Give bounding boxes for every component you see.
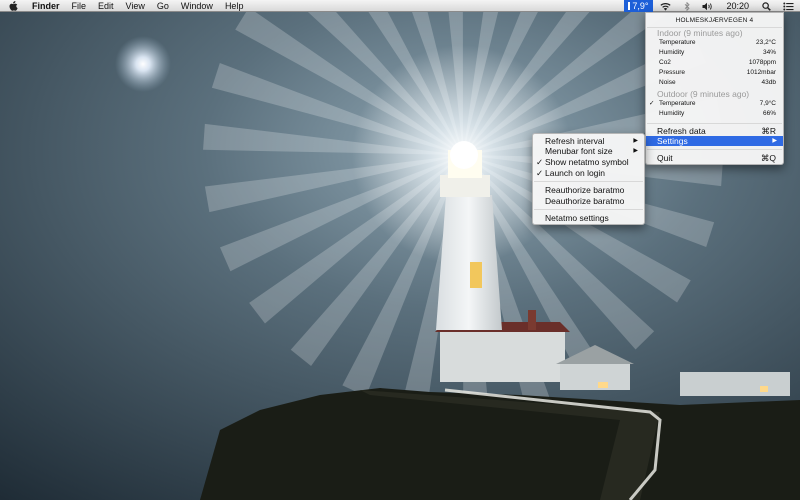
apple-icon[interactable] (0, 0, 26, 12)
row-value: 1012mbar (746, 69, 776, 76)
item-label: Settings (657, 136, 688, 146)
menu-go[interactable]: Go (151, 0, 175, 12)
row-label: Humidity (659, 49, 685, 56)
menu-help[interactable]: Help (219, 0, 250, 12)
lighthouse-tower (436, 195, 502, 330)
item-label: Show netatmo symbol (545, 157, 629, 167)
refresh-interval-item[interactable]: Refresh interval ▶ (533, 136, 644, 146)
volume-icon[interactable] (696, 0, 719, 12)
menubar-clock[interactable]: 20:20 (719, 0, 756, 12)
row-label: Noise (659, 79, 676, 86)
quit-shortcut: ⌘Q (760, 153, 776, 163)
row-value: 43db (761, 79, 776, 86)
row-label: Co2 (659, 59, 671, 66)
search-icon[interactable] (756, 0, 777, 12)
netatmo-menubar-item[interactable]: 7,9° (624, 0, 654, 12)
menu-separator (647, 149, 782, 150)
indoor-temperature-row[interactable]: Temperature 23,2°C (646, 38, 783, 48)
indoor-co2-row[interactable]: Co2 1078ppm (646, 58, 783, 68)
row-value: 66% (762, 110, 776, 117)
menu-separator (534, 181, 643, 182)
menu-bar: Finder File Edit View Go Window Help 7,9… (0, 0, 800, 12)
indoor-humidity-row[interactable]: Humidity 34% (646, 48, 783, 58)
item-label: Reauthorize baratmo (545, 185, 625, 195)
outdoor-humidity-row[interactable]: Humidity 66% (646, 109, 783, 119)
netatmo-menu: HOLMESKJÆRVEGEN 4 Indoor (9 minutes ago)… (645, 12, 784, 165)
indoor-section-title: Indoor (9 minutes ago) (657, 28, 743, 38)
menubar-extras: 7,9° 20:20 (624, 0, 800, 12)
item-label: Refresh data (657, 126, 706, 136)
station-name: HOLMESKJÆRVEGEN 4 (675, 17, 754, 24)
checkmark-icon: ✓ (536, 168, 544, 178)
quit-item[interactable]: Quit ⌘Q (646, 153, 783, 163)
list-icon[interactable] (777, 0, 800, 12)
netatmo-settings-item[interactable]: Netatmo settings (533, 213, 644, 223)
moon (115, 36, 171, 92)
menu-window[interactable]: Window (175, 0, 219, 12)
submenu-arrow-icon: ▶ (772, 138, 777, 144)
row-value: 23,2°C (756, 39, 776, 46)
menu-separator (647, 123, 782, 124)
menu-view[interactable]: View (120, 0, 151, 12)
item-label: Deauthorize baratmo (545, 196, 625, 206)
item-label: Launch on login (545, 168, 606, 178)
settings-item[interactable]: Settings ▶ (646, 136, 783, 146)
bluetooth-icon[interactable] (678, 0, 696, 12)
menu-edit[interactable]: Edit (92, 0, 120, 12)
item-label: Quit (657, 153, 673, 163)
reauthorize-item[interactable]: Reauthorize baratmo (533, 185, 644, 195)
checkmark-icon: ✓ (536, 157, 544, 167)
netatmo-menubar-value: 7,9° (632, 1, 649, 11)
row-value: 1078ppm (748, 59, 776, 66)
indoor-noise-row[interactable]: Noise 43db (646, 78, 783, 88)
item-label: Netatmo settings (545, 213, 609, 223)
menu-file[interactable]: File (66, 0, 93, 12)
submenu-arrow-icon: ▶ (633, 148, 638, 154)
row-label: Temperature (659, 39, 696, 46)
menubar-font-size-item[interactable]: Menubar font size ▶ (533, 146, 644, 156)
checkmark-icon: ✓ (649, 100, 655, 107)
row-label: Humidity (659, 110, 685, 117)
item-label: Menubar font size (545, 146, 613, 156)
item-label: Refresh interval (545, 136, 605, 146)
row-value: 34% (762, 49, 776, 56)
settings-submenu: Refresh interval ▶ Menubar font size ▶ ✓… (532, 133, 645, 225)
refresh-shortcut: ⌘R (761, 126, 776, 136)
show-netatmo-symbol-item[interactable]: ✓ Show netatmo symbol (533, 157, 644, 167)
netatmo-symbol-icon (628, 2, 631, 10)
launch-on-login-item[interactable]: ✓ Launch on login (533, 168, 644, 178)
menu-finder[interactable]: Finder (26, 0, 66, 12)
refresh-data-item[interactable]: Refresh data ⌘R (646, 126, 783, 136)
menu-separator (534, 209, 643, 210)
row-value: 7,9°C (759, 100, 776, 107)
row-label: Temperature (659, 100, 696, 107)
outdoor-section-title: Outdoor (9 minutes ago) (657, 89, 750, 99)
deauthorize-item[interactable]: Deauthorize baratmo (533, 196, 644, 206)
row-label: Pressure (659, 69, 686, 76)
outdoor-temperature-row[interactable]: ✓ Temperature 7,9°C (646, 99, 783, 109)
indoor-pressure-row[interactable]: Pressure 1012mbar (646, 68, 783, 78)
wifi-icon[interactable] (653, 0, 678, 12)
submenu-arrow-icon: ▶ (633, 138, 638, 144)
